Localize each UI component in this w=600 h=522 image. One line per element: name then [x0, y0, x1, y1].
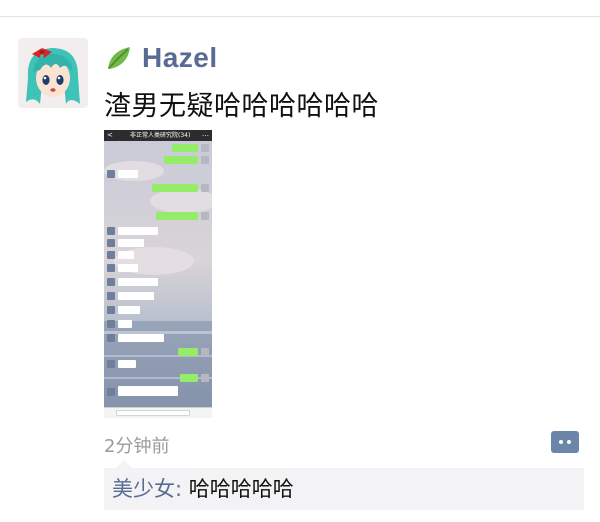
chat-avatar [201, 184, 209, 192]
chat-avatar [107, 264, 115, 272]
author-row[interactable]: Hazel [104, 40, 218, 76]
chat-bubble-sent [178, 348, 198, 356]
chat-input-field [116, 410, 190, 416]
post-text: 渣男无疑哈哈哈哈哈哈 [104, 91, 379, 122]
chat-avatar [201, 212, 209, 220]
chat-avatar [107, 170, 115, 178]
chat-avatar [107, 388, 115, 396]
chat-bubble-received [118, 292, 154, 300]
chat-bubble-received [118, 278, 158, 286]
chat-avatar [107, 227, 115, 235]
comment-icon-dot [559, 440, 563, 444]
comment-author[interactable]: 美少女 [112, 477, 175, 501]
chat-bubble-received [118, 227, 158, 235]
post-time: 2分钟前 [104, 436, 170, 457]
comment-box: 美少女: 哈哈哈哈哈 [104, 460, 584, 510]
leaf-icon [108, 47, 130, 69]
chat-avatar [201, 144, 209, 152]
chat-avatar [107, 334, 115, 342]
comment-text: 哈哈哈哈哈 [188, 477, 294, 501]
chat-bubble-sent [172, 144, 198, 152]
chat-bubble-received [118, 386, 178, 396]
chat-avatar [107, 320, 115, 328]
author-name[interactable]: Hazel [142, 42, 218, 74]
avatar[interactable] [18, 38, 88, 108]
comment-separator: : [175, 477, 183, 501]
chat-bubble-sent [152, 184, 198, 192]
chat-input-bar [104, 407, 212, 418]
comment-icon[interactable] [551, 431, 579, 453]
chat-title: 非正常人类研究院(34) [130, 132, 191, 139]
comment-icon-dot [567, 440, 571, 444]
anime-girl-avatar-icon [18, 38, 88, 108]
chat-avatar [107, 278, 115, 286]
chat-avatar [107, 251, 115, 259]
chat-avatar [107, 292, 115, 300]
chat-avatar [201, 348, 209, 356]
chat-avatar [107, 360, 115, 368]
chat-bubble-received [118, 306, 140, 314]
chat-avatar [107, 306, 115, 314]
chat-bubble-received [118, 251, 134, 259]
back-icon: < [107, 131, 113, 139]
chat-avatar [201, 156, 209, 164]
chat-bubble-received [118, 239, 144, 247]
more-icon: … [202, 130, 209, 138]
chat-avatar [201, 374, 209, 382]
chat-bubble-sent [156, 212, 198, 220]
chat-titlebar: < 非正常人类研究院(34) … [104, 130, 212, 141]
comment-item[interactable]: 美少女: 哈哈哈哈哈 [112, 476, 294, 502]
post-image[interactable]: < 非正常人类研究院(34) … [104, 130, 212, 418]
chat-bubble-received [118, 264, 138, 272]
chat-bubble-sent [180, 374, 198, 382]
chat-bubble-sent [164, 156, 198, 164]
chat-avatar [107, 239, 115, 247]
top-divider [0, 16, 600, 17]
chat-bubble-received [118, 320, 132, 328]
chat-bubble-received [118, 170, 138, 178]
chat-bubble-received [118, 360, 136, 368]
chat-bubble-received [118, 334, 164, 342]
